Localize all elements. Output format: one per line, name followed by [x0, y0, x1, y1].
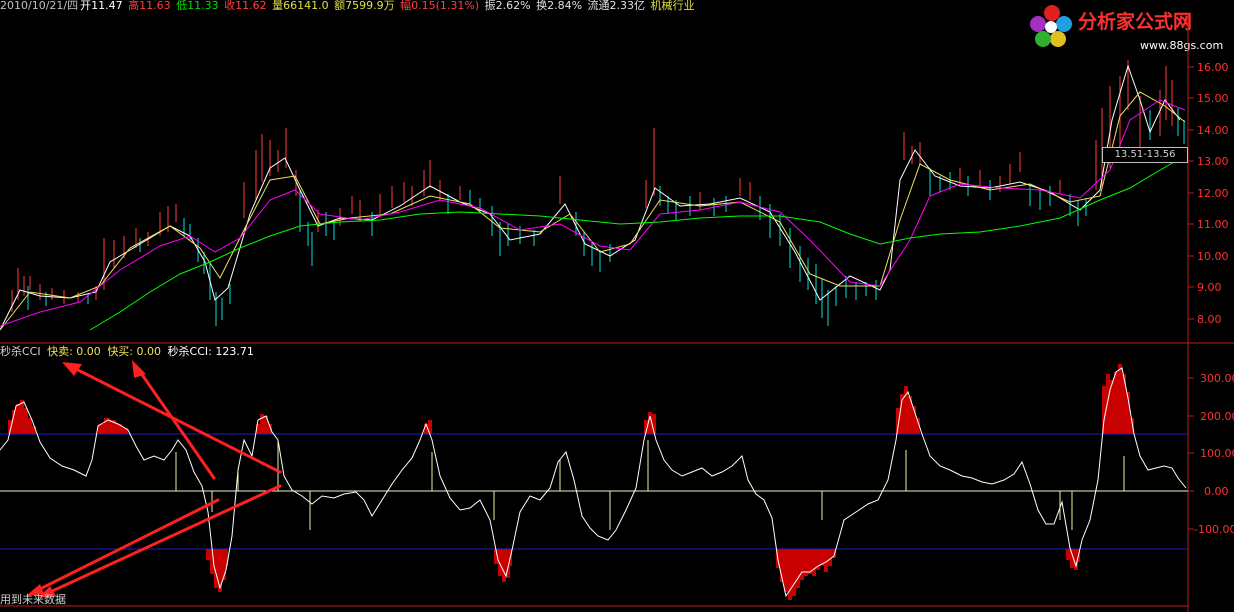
- price-tick: 10.00: [1197, 250, 1229, 263]
- price-tick: 14.00: [1197, 124, 1229, 137]
- cci-legend-value: 秒杀CCI: 123.71: [167, 345, 254, 358]
- price-tick: 13.00: [1197, 155, 1229, 168]
- cci-tick: -100.00: [1194, 523, 1234, 536]
- price-tick: 11.00: [1197, 218, 1229, 231]
- cci-tick: 200.00: [1200, 410, 1234, 423]
- price-range-label: 13.51-13.56: [1102, 147, 1188, 163]
- cci-line: [0, 367, 1187, 598]
- cci-tick: 300.00: [1200, 372, 1234, 385]
- cci-legend-name: 秒杀CCI: [0, 345, 41, 358]
- cci-tick: 100.00: [1200, 447, 1234, 460]
- price-axis: 16.00 15.00 14.00 13.00 12.00 11.00 10.0…: [1188, 61, 1229, 326]
- future-data-note: 用到未来数据: [0, 593, 66, 606]
- candlesticks: [11, 60, 1185, 326]
- price-tick: 15.00: [1197, 92, 1229, 105]
- moving-averages: [0, 64, 1186, 331]
- cci-extreme-fills: [8, 364, 1134, 600]
- cci-legend-fast-buy: 快买: 0.00: [107, 345, 162, 358]
- cci-axis: 300.00 200.00 100.00 0.00 -100.00: [1188, 372, 1234, 536]
- price-tick: 9.00: [1197, 281, 1222, 294]
- cci-legend-fast-sell: 快卖: 0.00: [47, 345, 101, 358]
- annotation-arrows: [32, 364, 282, 596]
- price-tick: 8.00: [1197, 313, 1222, 326]
- price-tick: 12.00: [1197, 187, 1229, 200]
- cci-legend: 秒杀CCI 快卖: 0.00 快买: 0.00 秒杀CCI: 123.71: [0, 346, 257, 358]
- cci-signal-spikes: [175, 440, 1125, 530]
- stock-chart: 16.00 15.00 14.00 13.00 12.00 11.00 10.0…: [0, 14, 1234, 612]
- price-tick: 16.00: [1197, 61, 1229, 74]
- cci-tick: 0.00: [1204, 485, 1229, 498]
